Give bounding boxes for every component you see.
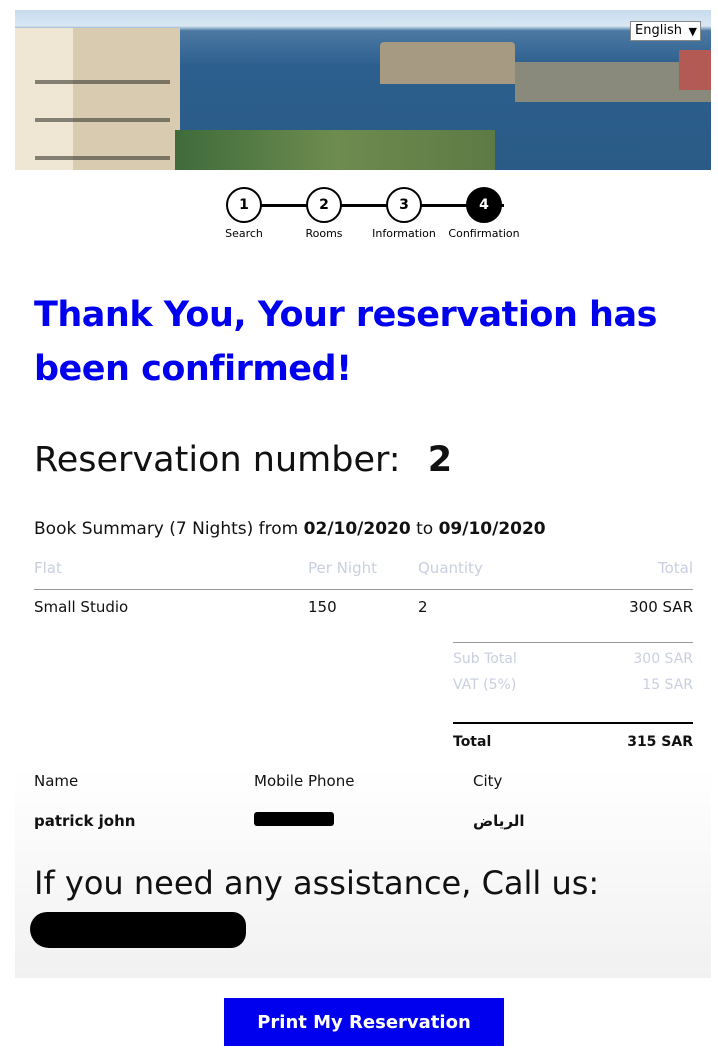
city-label: City	[473, 772, 503, 790]
column-header-per-night: Per Night	[308, 559, 377, 577]
hero-banner-image: English ▼	[15, 10, 711, 170]
cell-flat: Small Studio	[34, 598, 129, 616]
step-label: Rooms	[305, 227, 343, 240]
garden-graphic	[175, 130, 495, 170]
vat-label: VAT (5%)	[453, 677, 517, 693]
vat-row: VAT (5%) 15 SAR	[453, 677, 693, 703]
building-graphic	[679, 50, 711, 90]
reservation-number-value: 2	[427, 440, 453, 480]
name-label: Name	[34, 772, 79, 790]
summary-prefix: Book Summary (7 Nights) from	[34, 519, 299, 539]
assistance-text: If you need any assistance, Call us:	[34, 864, 600, 902]
fort-graphic	[380, 42, 515, 84]
column-header-quantity: Quantity	[418, 559, 483, 577]
step-number: 2	[306, 187, 342, 223]
total-label: Total	[453, 734, 492, 750]
guest-city: City الرياض	[473, 772, 525, 830]
step-information: 3 Information	[364, 187, 444, 240]
step-search: 1 Search	[204, 187, 284, 240]
step-rooms: 2 Rooms	[284, 187, 364, 240]
reservation-number-line: Reservation number: 2	[34, 440, 452, 480]
column-header-flat: Flat	[34, 559, 62, 577]
vat-value: 15 SAR	[642, 677, 693, 693]
guest-name: Name patrick john	[34, 772, 135, 830]
chevron-down-icon: ▼	[688, 25, 697, 38]
subtotal-row: Sub Total 300 SAR	[453, 651, 693, 677]
hotel-building-graphic	[15, 28, 180, 170]
name-value: patrick john	[34, 812, 136, 830]
column-header-total: Total	[657, 559, 693, 577]
phone-value-redacted	[254, 812, 354, 830]
subtotal-value: 300 SAR	[633, 651, 693, 667]
cell-quantity: 2	[418, 598, 428, 616]
summary-to-date: 09/10/2020	[438, 519, 546, 539]
step-label: Information	[372, 227, 436, 240]
cell-total: 300 SAR	[629, 598, 693, 616]
confirmation-title: Thank You, Your reservation has been con…	[34, 295, 657, 389]
step-number: 1	[226, 187, 262, 223]
booking-summary: Book Summary (7 Nights) from 02/10/2020 …	[34, 519, 546, 539]
language-select[interactable]: English ▼	[630, 21, 701, 41]
table-header: Flat Per Night Quantity Total	[34, 559, 693, 590]
subtotal-label: Sub Total	[453, 651, 517, 667]
total-row: Total 315 SAR	[453, 722, 693, 750]
step-label: Search	[225, 227, 263, 240]
city-value: الرياض	[473, 812, 525, 830]
subtotals: Sub Total 300 SAR VAT (5%) 15 SAR	[453, 642, 693, 703]
support-phone-redacted	[30, 912, 246, 948]
step-number: 3	[386, 187, 422, 223]
cell-per-night: 150	[308, 598, 337, 616]
step-label: Confirmation	[448, 227, 520, 240]
summary-from-date: 02/10/2020	[303, 519, 411, 539]
language-select-value: English	[635, 23, 682, 38]
summary-to-word: to	[416, 519, 434, 539]
step-confirmation: 4 Confirmation	[444, 187, 524, 240]
step-number: 4	[466, 187, 502, 223]
guest-phone: Mobile Phone	[254, 772, 354, 830]
phone-label: Mobile Phone	[254, 772, 355, 790]
print-reservation-button[interactable]: Print My Reservation	[224, 998, 504, 1046]
total-value: 315 SAR	[627, 734, 693, 750]
reservation-number-label: Reservation number:	[34, 440, 401, 480]
progress-steps: 1 Search 2 Rooms 3 Information 4 Confirm…	[224, 187, 520, 243]
